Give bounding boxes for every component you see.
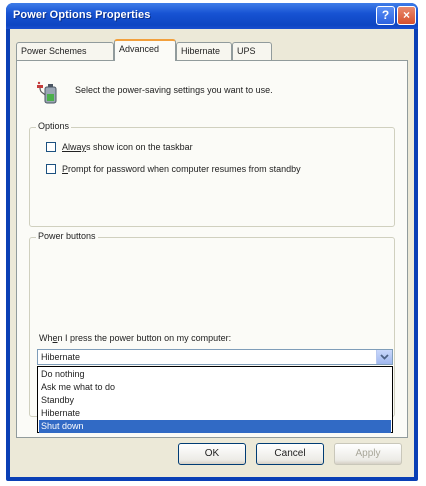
dropdown-options-list: Do nothing Ask me what to do Standby Hib… <box>37 366 393 433</box>
window-title: Power Options Properties <box>13 9 151 21</box>
dropdown-arrow-button[interactable] <box>376 350 392 364</box>
dropdown-option-ask-me[interactable]: Ask me what to do <box>39 381 391 394</box>
tab-ups[interactable]: UPS <box>232 42 272 60</box>
label-text: n I press the power button on my compute… <box>57 333 232 343</box>
show-icon-taskbar-checkbox[interactable] <box>46 142 56 152</box>
tab-label: Hibernate <box>181 46 221 56</box>
apply-button[interactable]: Apply <box>334 443 402 465</box>
prompt-password-checkbox[interactable] <box>46 164 56 174</box>
label-text: Wh <box>39 333 53 343</box>
header-description: Select the power-saving settings you wan… <box>75 85 273 95</box>
prompt-password-label[interactable]: Prompt for password when computer resume… <box>62 164 301 174</box>
power-plug-battery-icon <box>37 81 57 104</box>
advanced-tab-panel: Select the power-saving settings you wan… <box>16 60 408 438</box>
tab-power-schemes[interactable]: Power Schemes <box>16 42 114 60</box>
dropdown-option-do-nothing[interactable]: Do nothing <box>39 368 391 381</box>
dropdown-option-standby[interactable]: Standby <box>39 394 391 407</box>
options-group: Options Always show icon on the taskbar … <box>29 121 395 227</box>
chevron-down-icon <box>380 354 389 360</box>
ok-button[interactable]: OK <box>178 443 246 465</box>
cancel-button[interactable]: Cancel <box>256 443 324 465</box>
label-text: rompt for password when computer resumes… <box>68 164 301 174</box>
tab-hibernate[interactable]: Hibernate <box>176 42 232 60</box>
accelerator-text: Alway <box>62 142 87 152</box>
help-icon: ? <box>381 8 390 22</box>
dialog-client-area: Power Schemes Advanced Hibernate UPS Sel… <box>10 29 414 477</box>
power-options-window: Power Options Properties ? × Power Schem… <box>6 3 418 481</box>
close-button[interactable]: × <box>397 6 416 25</box>
dropdown-option-shut-down[interactable]: Shut down <box>39 420 391 433</box>
dropdown-option-hibernate[interactable]: Hibernate <box>39 407 391 420</box>
options-group-label: Options <box>36 121 72 131</box>
power-button-action-dropdown[interactable]: Hibernate <box>37 349 393 365</box>
tab-label: Power Schemes <box>21 46 87 56</box>
close-icon: × <box>402 8 410 22</box>
dropdown-selected-value: Hibernate <box>41 352 81 362</box>
tab-label: UPS <box>237 46 256 56</box>
power-buttons-group-label: Power buttons <box>36 231 98 241</box>
label-text: s show icon on the taskbar <box>86 142 193 152</box>
power-button-prompt: When I press the power button on my comp… <box>39 333 231 343</box>
tab-advanced[interactable]: Advanced <box>114 39 176 61</box>
tab-label: Advanced <box>119 44 160 54</box>
help-button[interactable]: ? <box>376 6 395 25</box>
show-icon-taskbar-label[interactable]: Always show icon on the taskbar <box>62 142 193 152</box>
title-bar[interactable]: Power Options Properties ? × <box>6 3 418 29</box>
